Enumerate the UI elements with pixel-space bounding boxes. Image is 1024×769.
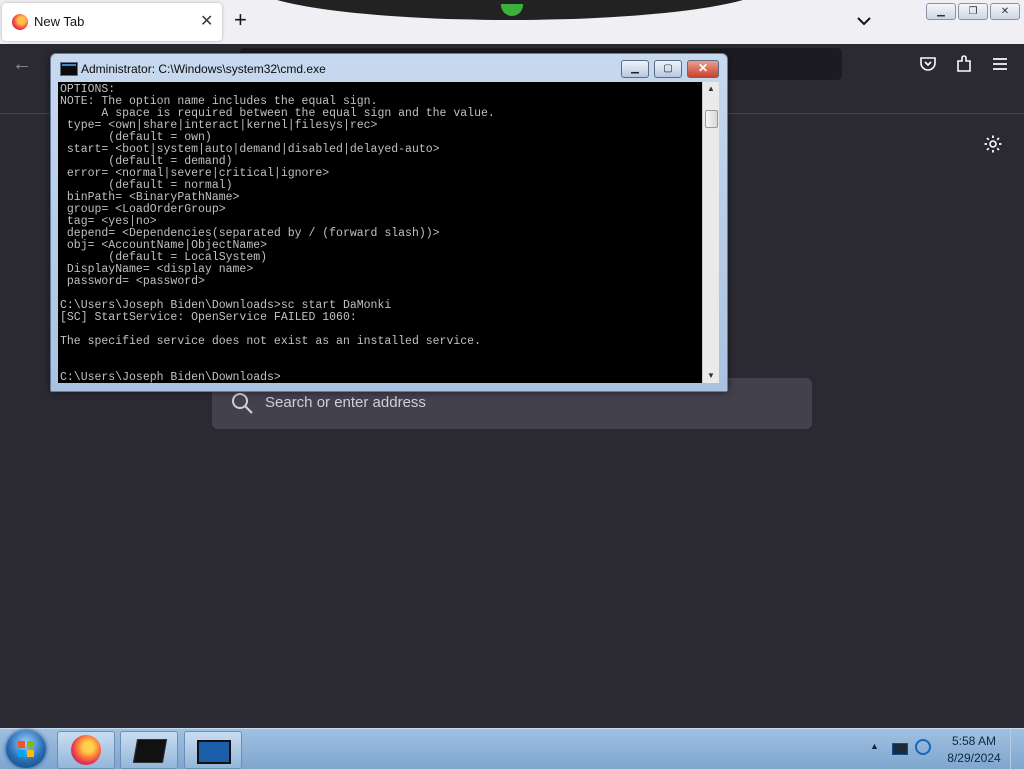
- chevron-down-icon[interactable]: [855, 12, 873, 30]
- cmd-icon: [60, 62, 78, 76]
- cmd-close-button[interactable]: ✕: [687, 60, 719, 78]
- cmd-minimize-button[interactable]: ▁: [621, 60, 649, 78]
- new-tab-button[interactable]: +: [234, 8, 247, 32]
- cmd-maximize-button[interactable]: ▢: [654, 60, 682, 78]
- show-desktop-button[interactable]: [1010, 729, 1024, 769]
- cmd-window[interactable]: Administrator: C:\Windows\system32\cmd.e…: [50, 53, 728, 392]
- terminal-icon: [132, 739, 168, 763]
- search-placeholder: Search or enter address: [265, 394, 426, 411]
- tab-title: New Tab: [34, 14, 85, 29]
- console-scrollbar[interactable]: ▲ ▼: [702, 82, 719, 383]
- back-arrow-icon[interactable]: ←: [12, 53, 32, 76]
- search-icon: [232, 393, 253, 414]
- taskbar: ▲ 5:58 AM 8/29/2024: [0, 728, 1024, 769]
- taskbar-firefox-button[interactable]: [57, 731, 115, 769]
- scroll-thumb[interactable]: [705, 110, 718, 128]
- pocket-icon[interactable]: [918, 54, 938, 74]
- menu-icon[interactable]: [990, 54, 1010, 74]
- close-tab-icon[interactable]: ✕: [200, 11, 213, 31]
- restore-button[interactable]: ❐: [958, 3, 988, 20]
- firefox-icon: [12, 14, 28, 30]
- tab-new-tab[interactable]: New Tab ✕: [2, 3, 222, 41]
- firefox-icon: [71, 735, 101, 765]
- clock-date[interactable]: 8/29/2024: [945, 751, 1003, 765]
- tab-strip: New Tab ✕ + ▁ ❐ ✕: [0, 0, 1024, 44]
- cmd-icon: [197, 740, 231, 764]
- clock-time[interactable]: 5:58 AM: [950, 734, 998, 748]
- taskbar-cmd-button[interactable]: [184, 731, 242, 769]
- start-button[interactable]: [6, 730, 46, 768]
- console-text: OPTIONS: NOTE: The option name includes …: [60, 83, 495, 384]
- taskbar-terminal-button[interactable]: [120, 731, 178, 769]
- minimize-button[interactable]: ▁: [926, 3, 956, 20]
- internet-explorer-icon[interactable]: [915, 739, 931, 755]
- scroll-down-icon[interactable]: ▼: [703, 369, 719, 383]
- gear-icon[interactable]: [983, 134, 1003, 154]
- scroll-up-icon[interactable]: ▲: [703, 82, 719, 96]
- network-icon[interactable]: [892, 743, 908, 755]
- cmd-window-title: Administrator: C:\Windows\system32\cmd.e…: [81, 62, 326, 76]
- tray-expand-icon[interactable]: ▲: [870, 741, 879, 751]
- extensions-icon[interactable]: [954, 54, 974, 74]
- console-output[interactable]: OPTIONS: NOTE: The option name includes …: [58, 82, 702, 383]
- close-window-button[interactable]: ✕: [990, 3, 1020, 20]
